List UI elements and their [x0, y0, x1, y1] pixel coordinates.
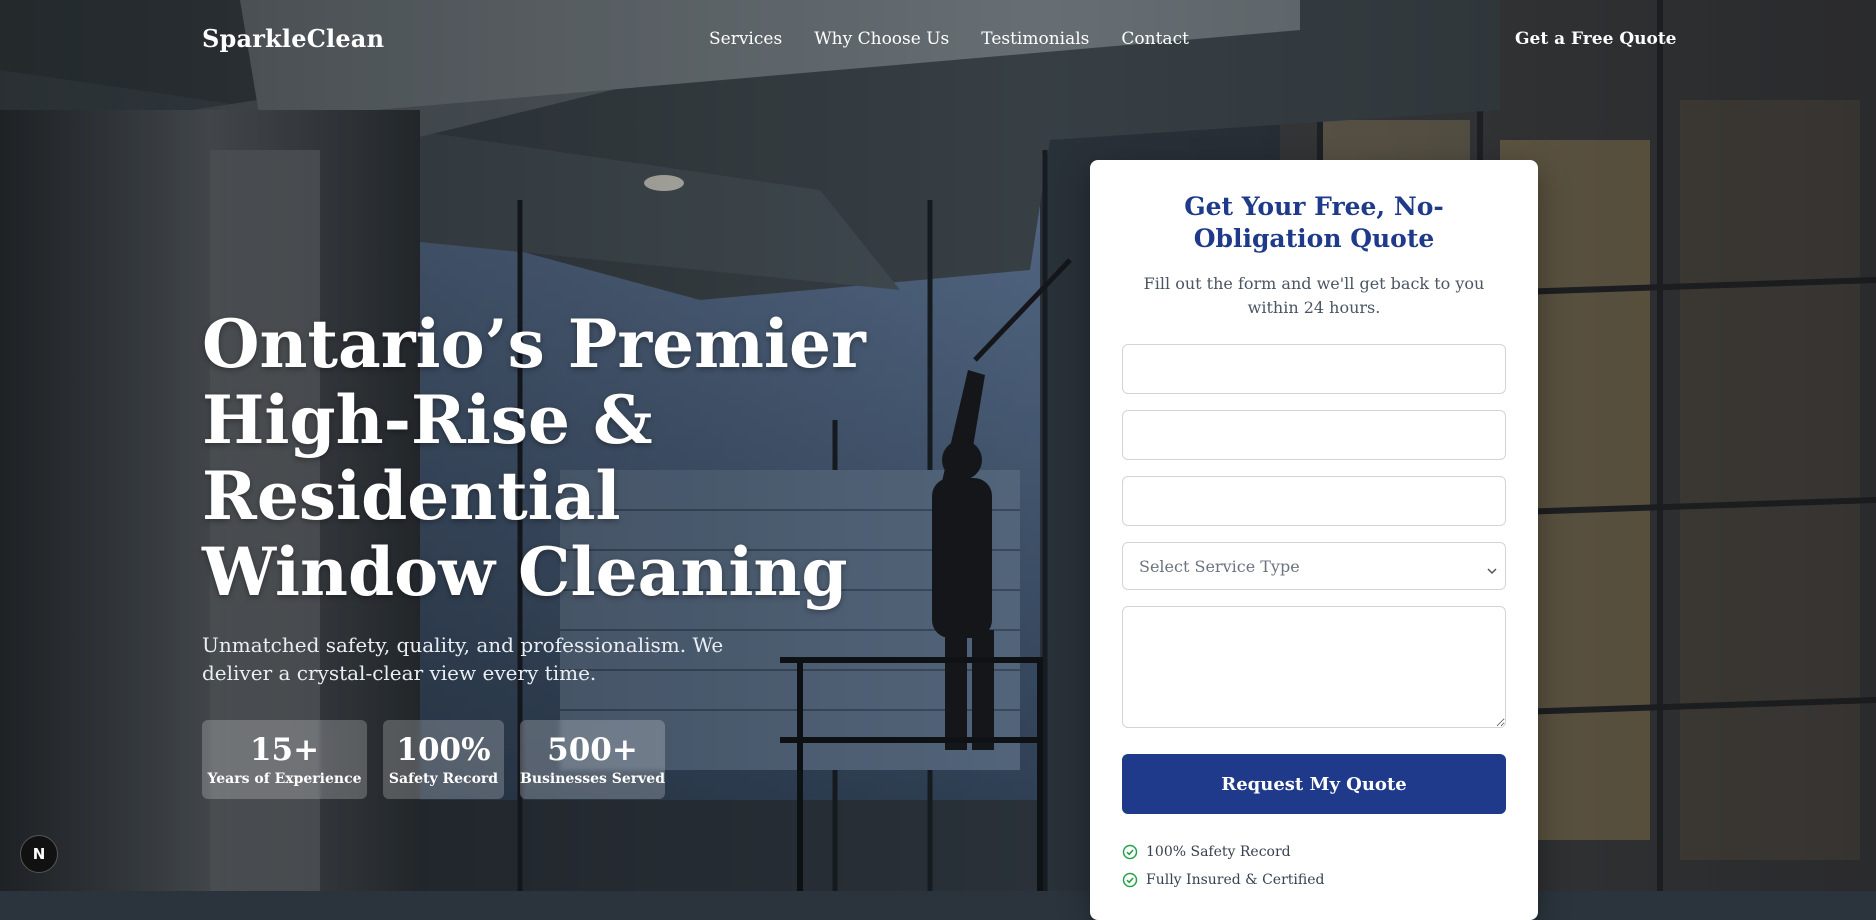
hero-title: Ontario’s Premier High-Rise & Residentia… — [202, 305, 866, 611]
service-type-select[interactable]: Select Service Type — [1122, 542, 1506, 590]
top-navigation: SparkleClean Services Why Choose Us Test… — [0, 0, 1876, 80]
check-circle-icon — [1122, 872, 1138, 888]
brand-logo[interactable]: SparkleClean — [202, 24, 384, 53]
nav-link-why-choose-us[interactable]: Why Choose Us — [814, 29, 949, 49]
nav-link-contact[interactable]: Contact — [1121, 29, 1189, 49]
hero-subtitle: Unmatched safety, quality, and professio… — [202, 633, 724, 685]
main-menu: Services Why Choose Us Testimonials Cont… — [709, 29, 1189, 49]
email-input[interactable] — [1122, 410, 1506, 460]
stat-safety: 100% Safety Record — [383, 720, 504, 799]
nav-link-testimonials[interactable]: Testimonials — [981, 29, 1089, 49]
phone-input[interactable] — [1122, 476, 1506, 526]
request-quote-button[interactable]: Request My Quote — [1122, 754, 1506, 814]
message-textarea[interactable] — [1122, 606, 1506, 728]
nav-link-services[interactable]: Services — [709, 29, 782, 49]
quote-form-title: Get Your Free, No-Obligation Quote — [1184, 192, 1444, 253]
stat-value: 15+ — [249, 731, 320, 768]
full-name-input[interactable] — [1122, 344, 1506, 394]
quote-form-card: Get Your Free, No-Obligation Quote Fill … — [1090, 160, 1538, 920]
trust-badge-safety: 100% Safety Record — [1122, 838, 1324, 866]
check-circle-icon — [1122, 844, 1138, 860]
trust-badges: 100% Safety Record Fully Insured & Certi… — [1122, 838, 1324, 894]
stat-label: Businesses Served — [520, 770, 665, 787]
trust-badge-label: Fully Insured & Certified — [1146, 872, 1325, 888]
stat-businesses: 500+ Businesses Served — [520, 720, 665, 799]
trust-badge-insured: Fully Insured & Certified — [1122, 866, 1324, 894]
stats-row: 15+ Years of Experience 100% Safety Reco… — [202, 720, 665, 799]
chevron-down-icon — [1487, 566, 1497, 576]
quote-form-subtitle: Fill out the form and we'll get back to … — [1143, 274, 1485, 317]
stat-label: Years of Experience — [207, 770, 362, 787]
nav-free-quote-link[interactable]: Get a Free Quote — [1515, 29, 1677, 49]
stat-label: Safety Record — [388, 770, 499, 787]
trust-badge-label: 100% Safety Record — [1146, 844, 1291, 860]
stat-value: 100% — [396, 731, 491, 768]
stat-years: 15+ Years of Experience — [202, 720, 367, 799]
n-badge-button[interactable]: N — [20, 835, 58, 873]
stat-value: 500+ — [547, 731, 638, 768]
